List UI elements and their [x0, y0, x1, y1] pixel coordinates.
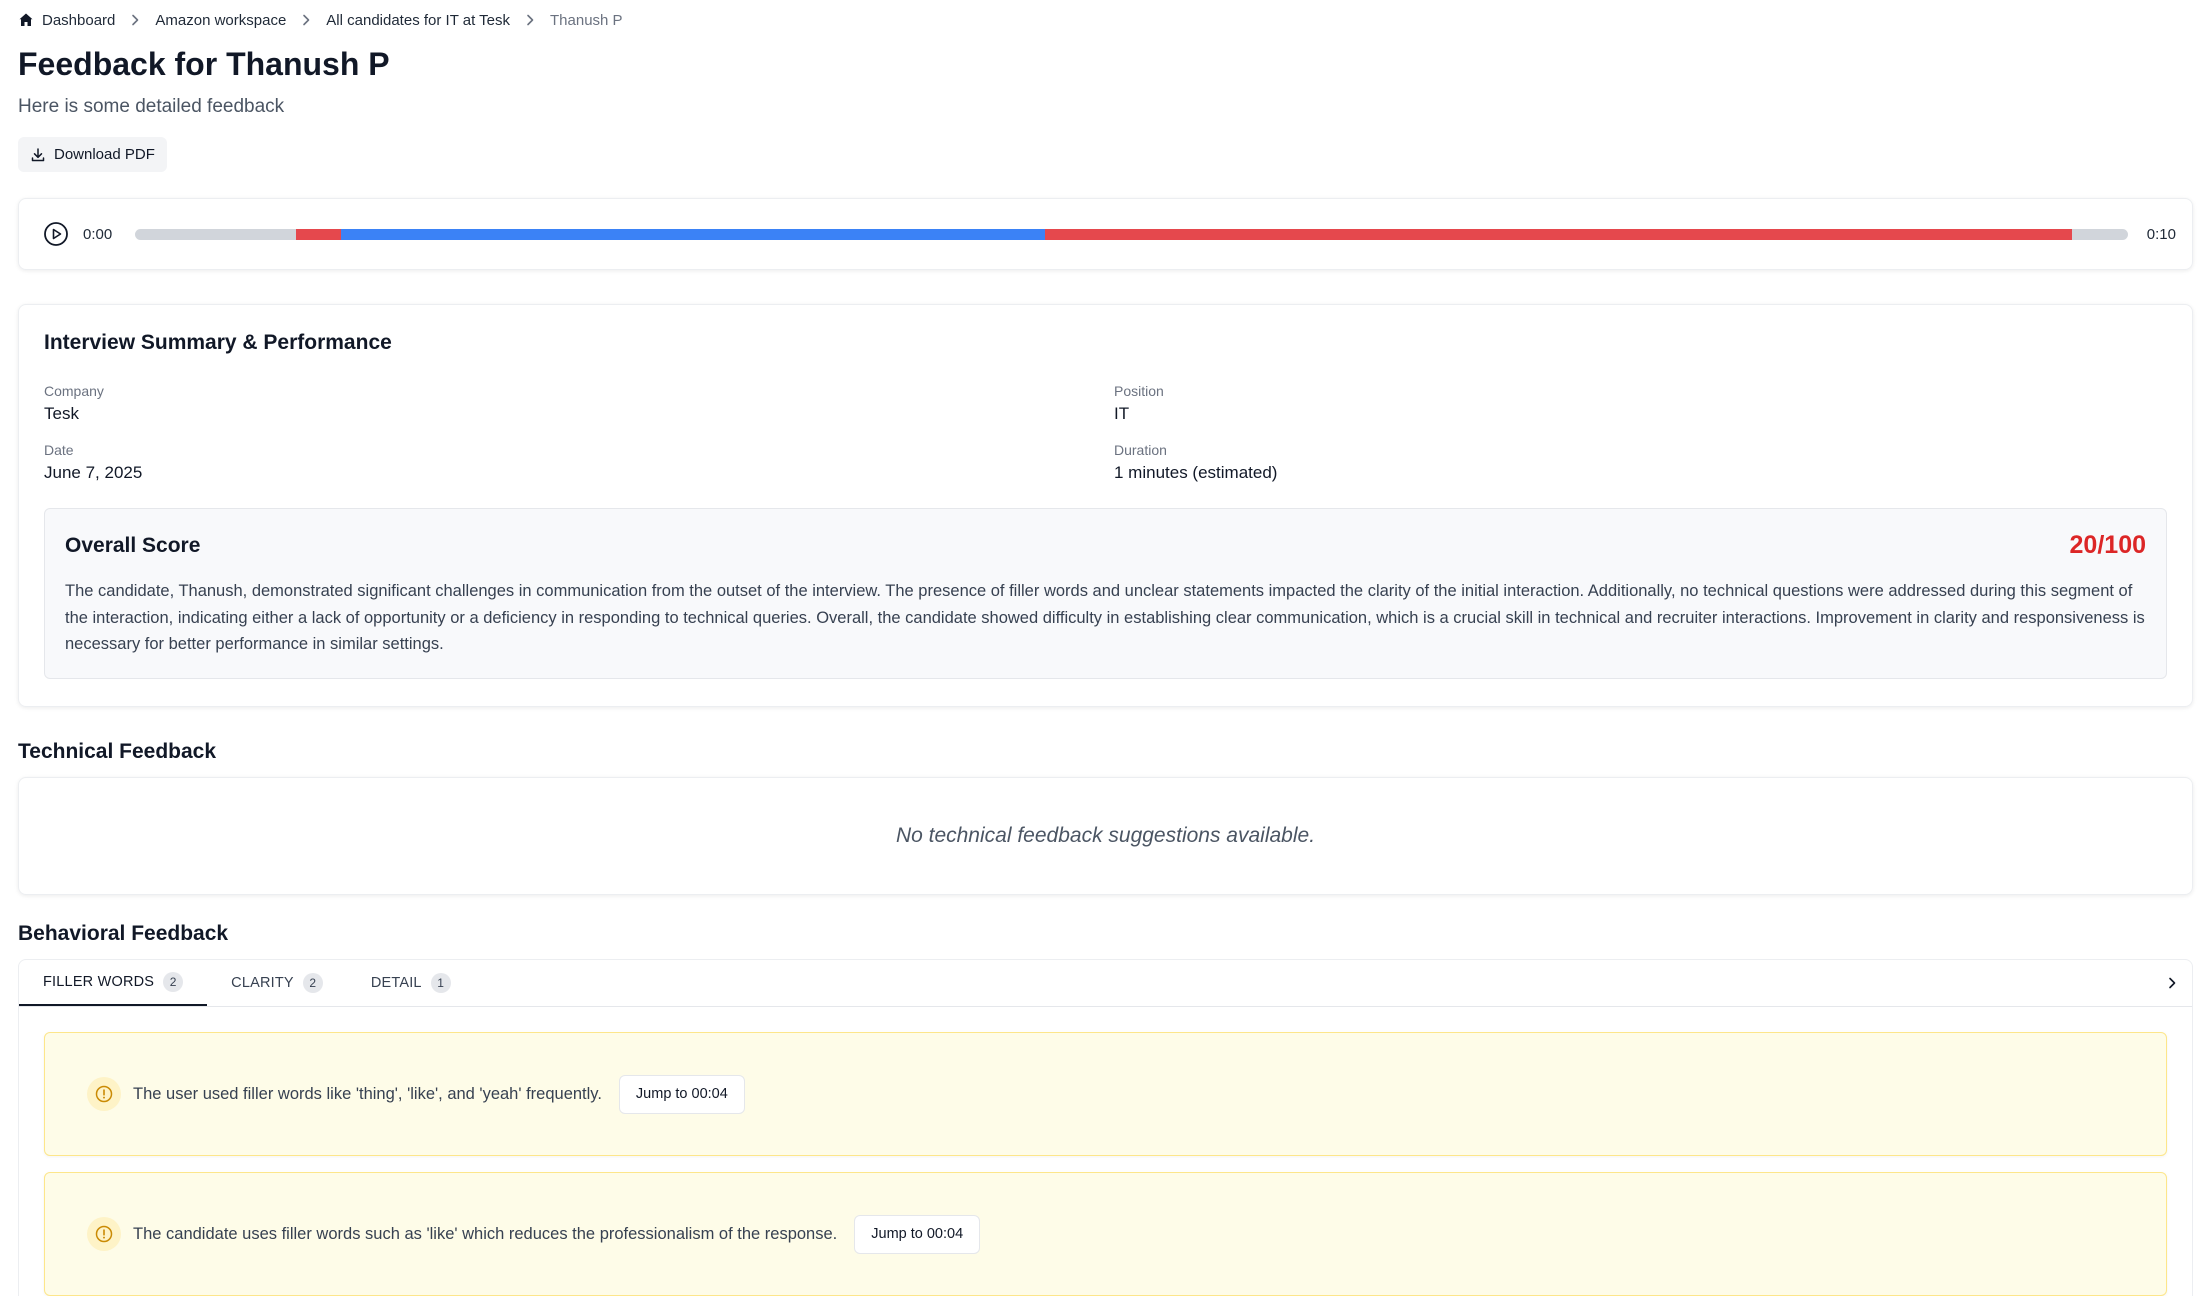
chevron-right-icon: [523, 13, 537, 27]
interview-meta: Company Tesk Position IT Date June 7, 20…: [44, 383, 2167, 483]
chevron-right-icon: [299, 13, 313, 27]
position-label: Position: [1114, 383, 1164, 400]
position-value: IT: [1114, 404, 1130, 424]
page-title: Feedback for Thanush P: [18, 46, 390, 82]
alert-circle-icon: [87, 1217, 121, 1252]
date-label: Date: [44, 442, 74, 459]
breadcrumb-workspace[interactable]: Amazon workspace: [155, 12, 286, 29]
download-icon: [30, 147, 46, 163]
feedback-page: Dashboard Amazon workspace All candidate…: [0, 0, 2211, 1296]
overall-score-value: 20/100: [2069, 531, 2146, 560]
timeline-segment: [295, 228, 342, 240]
current-time: 0:00: [83, 225, 113, 243]
jump-to-timestamp-button[interactable]: Jump to 00:04: [618, 1074, 745, 1114]
end-time: 0:10: [2146, 225, 2176, 243]
download-pdf-button[interactable]: Download PDF: [18, 137, 167, 173]
timeline-segment: [1045, 228, 2072, 240]
breadcrumb-label: Dashboard: [42, 11, 116, 29]
tab-label: CLARITY: [231, 975, 294, 992]
play-icon: [44, 222, 68, 247]
chevron-right-icon: [128, 13, 142, 27]
overall-score-summary: The candidate, Thanush, demonstrated sig…: [65, 582, 2145, 654]
feedback-item: The candidate uses filler words such as …: [44, 1172, 2167, 1296]
technical-empty-message: No technical feedback suggestions availa…: [895, 824, 1316, 848]
timeline-segment: [341, 228, 1045, 240]
technical-feedback-title: Technical Feedback: [18, 740, 217, 764]
feedback-item: The user used filler words like 'thing',…: [44, 1032, 2167, 1157]
position-field: Position IT: [1114, 383, 2167, 424]
overall-score-box: Overall Score 20/100 The candidate, Than…: [44, 508, 2167, 679]
duration-field: Duration 1 minutes (estimated): [1114, 442, 2167, 483]
play-button[interactable]: [43, 221, 69, 247]
tab-detail[interactable]: DETAIL 1: [347, 960, 475, 1006]
behavioral-tabs: FILLER WORDS 2 CLARITY 2 DETAIL 1: [19, 960, 2192, 1008]
download-pdf-label: Download PDF: [54, 146, 155, 164]
date-value: June 7, 2025: [44, 463, 143, 483]
audio-player: 0:00 0:10: [18, 198, 2193, 271]
home-icon: [18, 12, 34, 28]
tab-filler-words[interactable]: FILLER WORDS 2: [19, 960, 208, 1007]
company-field: Company Tesk: [44, 383, 1114, 424]
chevron-right-icon: [2169, 977, 2176, 989]
interview-summary-card: Interview Summary & Performance Company …: [18, 304, 2193, 708]
alert-circle-icon: [87, 1077, 121, 1112]
company-value: Tesk: [44, 404, 79, 424]
behavioral-feedback-panel: FILLER WORDS 2 CLARITY 2 DETAIL 1 The us…: [18, 959, 2193, 1296]
tab-label: FILLER WORDS: [43, 974, 155, 991]
jump-to-timestamp-button[interactable]: Jump to 00:04: [854, 1214, 981, 1254]
feedback-text: The user used filler words like 'thing',…: [133, 1084, 602, 1103]
breadcrumb-current: Thanush P: [550, 11, 623, 29]
company-label: Company: [44, 383, 104, 400]
summary-title: Interview Summary & Performance: [44, 331, 392, 355]
tab-count-badge: 1: [430, 973, 451, 994]
date-field: Date June 7, 2025: [44, 442, 1114, 483]
duration-label: Duration: [1114, 442, 1167, 459]
technical-feedback-card: No technical feedback suggestions availa…: [18, 777, 2193, 896]
breadcrumb: Dashboard Amazon workspace All candidate…: [18, 0, 2193, 38]
tab-clarity[interactable]: CLARITY 2: [207, 960, 347, 1006]
tab-label: DETAIL: [370, 975, 422, 992]
page-subtitle: Here is some detailed feedback: [18, 96, 285, 118]
feedback-text: The candidate uses filler words such as …: [133, 1224, 838, 1243]
breadcrumb-dashboard[interactable]: Dashboard: [18, 12, 115, 29]
tab-count-badge: 2: [163, 972, 184, 993]
duration-value: 1 minutes (estimated): [1114, 463, 1278, 483]
timeline-scrubber[interactable]: [135, 228, 2128, 240]
tabs-scroll-right-button[interactable]: [2160, 960, 2184, 1006]
filler-words-list: The user used filler words like 'thing',…: [19, 1007, 2192, 1296]
overall-score-title: Overall Score: [65, 533, 201, 557]
breadcrumb-candidates[interactable]: All candidates for IT at Tesk: [326, 12, 510, 29]
behavioral-feedback-title: Behavioral Feedback: [18, 922, 229, 946]
tab-count-badge: 2: [302, 973, 323, 994]
